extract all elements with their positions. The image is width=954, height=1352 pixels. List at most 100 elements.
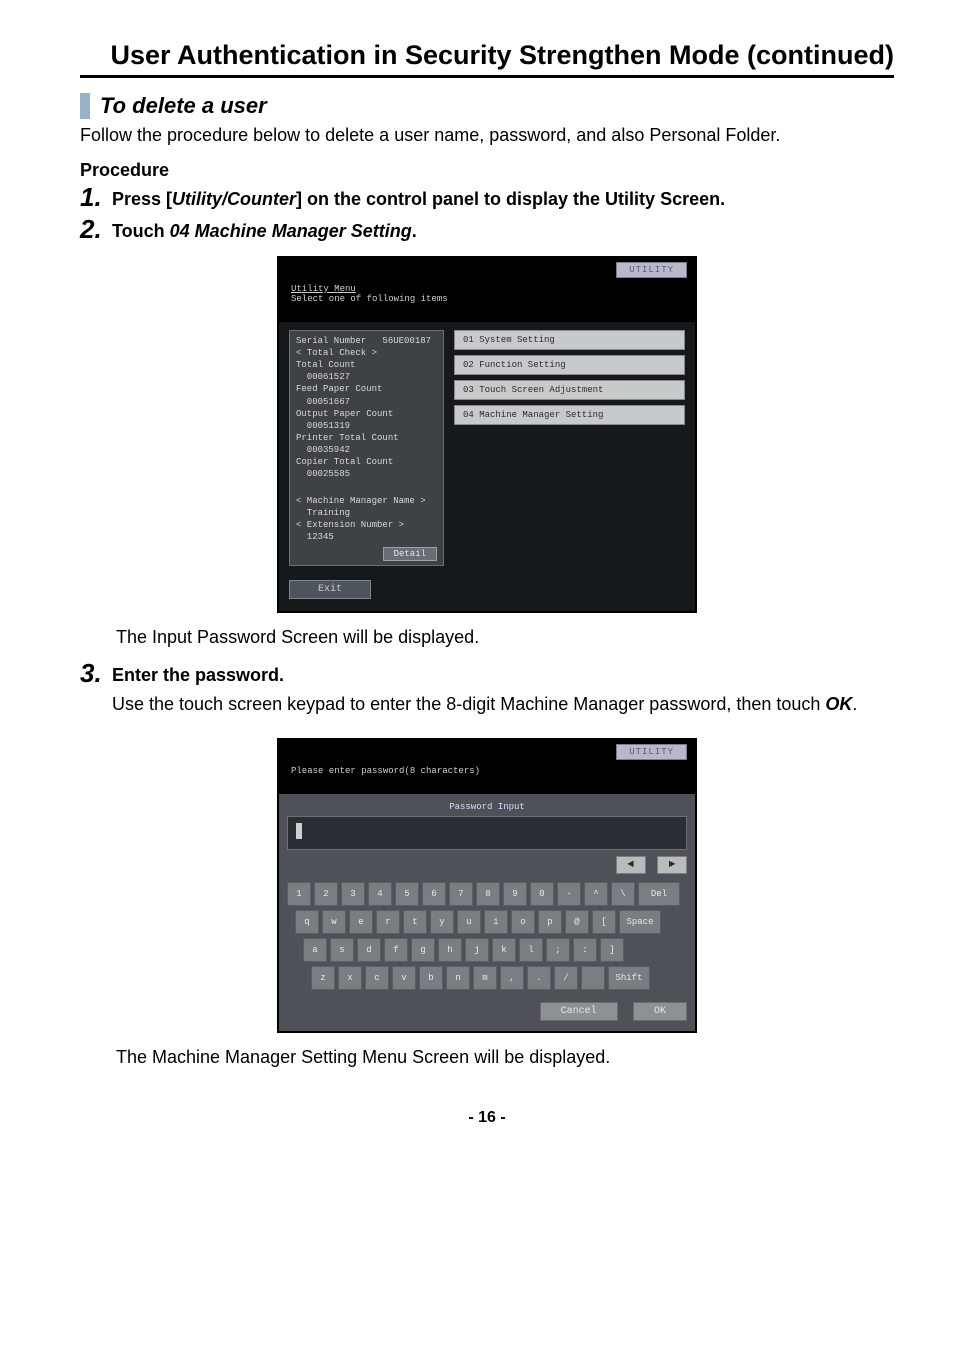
key-w[interactable]: w [322, 910, 346, 934]
mgr-name-label: < Machine Manager Name > [296, 495, 437, 507]
password-input-label: Password Input [287, 800, 687, 816]
key-r[interactable]: r [376, 910, 400, 934]
key-x[interactable]: x [338, 966, 362, 990]
key-p[interactable]: p [538, 910, 562, 934]
key-u[interactable]: u [457, 910, 481, 934]
menu-01-system-setting[interactable]: 01 System Setting [454, 330, 685, 350]
cursor-right-button[interactable]: ► [657, 856, 687, 874]
output-paper-value: 00051319 [296, 420, 437, 432]
printer-total-value: 00035942 [296, 444, 437, 456]
key-7[interactable]: 7 [449, 882, 473, 906]
key-v[interactable]: v [392, 966, 416, 990]
exit-button[interactable]: Exit [289, 580, 371, 599]
key-j[interactable]: j [465, 938, 489, 962]
key-slash[interactable]: / [554, 966, 578, 990]
detail-button[interactable]: Detail [383, 547, 437, 561]
key-8[interactable]: 8 [476, 882, 500, 906]
feed-paper-label: Feed Paper Count [296, 383, 437, 395]
step-2-lead: Touch [112, 221, 170, 241]
password-cursor [296, 823, 302, 839]
key-del[interactable]: Del [638, 882, 680, 906]
key-d[interactable]: d [357, 938, 381, 962]
step-1-emph: Utility/Counter [172, 189, 296, 209]
password-input-field[interactable] [287, 816, 687, 850]
intro-text: Follow the procedure below to delete a u… [80, 123, 894, 147]
step-2-text: Touch 04 Machine Manager Setting. [112, 219, 894, 243]
step-2-emph: 04 Machine Manager Setting [170, 221, 412, 241]
key-semicolon[interactable]: ; [546, 938, 570, 962]
key-h[interactable]: h [438, 938, 462, 962]
ext-number-value: 12345 [296, 531, 437, 543]
key-minus[interactable]: - [557, 882, 581, 906]
step-2-after: The Input Password Screen will be displa… [116, 625, 894, 649]
key-k[interactable]: k [492, 938, 516, 962]
keyboard-row-3: a s d f g h j k l ; : ] [303, 938, 687, 962]
key-i[interactable]: i [484, 910, 508, 934]
key-lbracket[interactable]: [ [592, 910, 616, 934]
key-6[interactable]: 6 [422, 882, 446, 906]
key-z[interactable]: z [311, 966, 335, 990]
key-a[interactable]: a [303, 938, 327, 962]
ext-number-label: < Extension Number > [296, 519, 437, 531]
key-c[interactable]: c [365, 966, 389, 990]
printer-total-label: Printer Total Count [296, 432, 437, 444]
cancel-button[interactable]: Cancel [540, 1002, 618, 1021]
total-check-row: < Total Check > [296, 347, 437, 359]
step-3-desc-b: . [852, 694, 857, 714]
key-n[interactable]: n [446, 966, 470, 990]
keyboard-row-4: z x c v b n m , . / Shift [311, 966, 687, 990]
key-g[interactable]: g [411, 938, 435, 962]
utility-right-panel: 01 System Setting 02 Function Setting 03… [454, 330, 685, 566]
key-3[interactable]: 3 [341, 882, 365, 906]
key-2[interactable]: 2 [314, 882, 338, 906]
ok-button[interactable]: OK [633, 1002, 687, 1021]
menu-04-machine-manager-setting[interactable]: 04 Machine Manager Setting [454, 405, 685, 425]
section-heading: To delete a user [80, 93, 894, 119]
key-5[interactable]: 5 [395, 882, 419, 906]
utility-header-line1: Utility Menu [291, 284, 683, 294]
copier-total-value: 00025585 [296, 468, 437, 480]
key-l[interactable]: l [519, 938, 543, 962]
copier-total-label: Copier Total Count [296, 456, 437, 468]
key-space[interactable]: Space [619, 910, 661, 934]
total-count-label: Total Count [296, 359, 437, 371]
key-t[interactable]: t [403, 910, 427, 934]
page-title: User Authentication in Security Strength… [80, 40, 894, 71]
key-0[interactable]: 0 [530, 882, 554, 906]
key-at[interactable]: @ [565, 910, 589, 934]
utility-badge: UTILITY [616, 262, 687, 278]
menu-03-touch-screen-adjustment[interactable]: 03 Touch Screen Adjustment [454, 380, 685, 400]
key-backslash[interactable]: \ [611, 882, 635, 906]
step-3: 3. Enter the password. Use the touch scr… [80, 659, 894, 726]
utility-left-panel: Serial Number 56UE00187 < Total Check > … [289, 330, 444, 566]
key-f[interactable]: f [384, 938, 408, 962]
feed-paper-value: 00051667 [296, 396, 437, 408]
menu-02-function-setting[interactable]: 02 Function Setting [454, 355, 685, 375]
key-comma[interactable]: , [500, 966, 524, 990]
key-s[interactable]: s [330, 938, 354, 962]
step-2-tail: . [412, 221, 417, 241]
cursor-left-button[interactable]: ◄ [616, 856, 646, 874]
serial-number-row: Serial Number 56UE00187 [296, 335, 437, 347]
step-3-desc-ok: OK [825, 694, 852, 714]
key-period[interactable]: . [527, 966, 551, 990]
key-colon[interactable]: : [573, 938, 597, 962]
key-9[interactable]: 9 [503, 882, 527, 906]
key-b[interactable]: b [419, 966, 443, 990]
step-2: 2. Touch 04 Machine Manager Setting. [80, 215, 894, 244]
step-3-lead: Enter the password. [112, 663, 894, 687]
key-1[interactable]: 1 [287, 882, 311, 906]
key-y[interactable]: y [430, 910, 454, 934]
key-blank[interactable] [581, 966, 605, 990]
step-1-tail: ] on the control panel to display the Ut… [296, 189, 725, 209]
keyboard-row-1: 1 2 3 4 5 6 7 8 9 0 - ^ \ Del [287, 882, 687, 906]
key-m[interactable]: m [473, 966, 497, 990]
step-3-desc: Use the touch screen keypad to enter the… [112, 692, 894, 716]
key-e[interactable]: e [349, 910, 373, 934]
key-shift[interactable]: Shift [608, 966, 650, 990]
key-o[interactable]: o [511, 910, 535, 934]
key-caret[interactable]: ^ [584, 882, 608, 906]
key-q[interactable]: q [295, 910, 319, 934]
key-4[interactable]: 4 [368, 882, 392, 906]
key-rbracket[interactable]: ] [600, 938, 624, 962]
